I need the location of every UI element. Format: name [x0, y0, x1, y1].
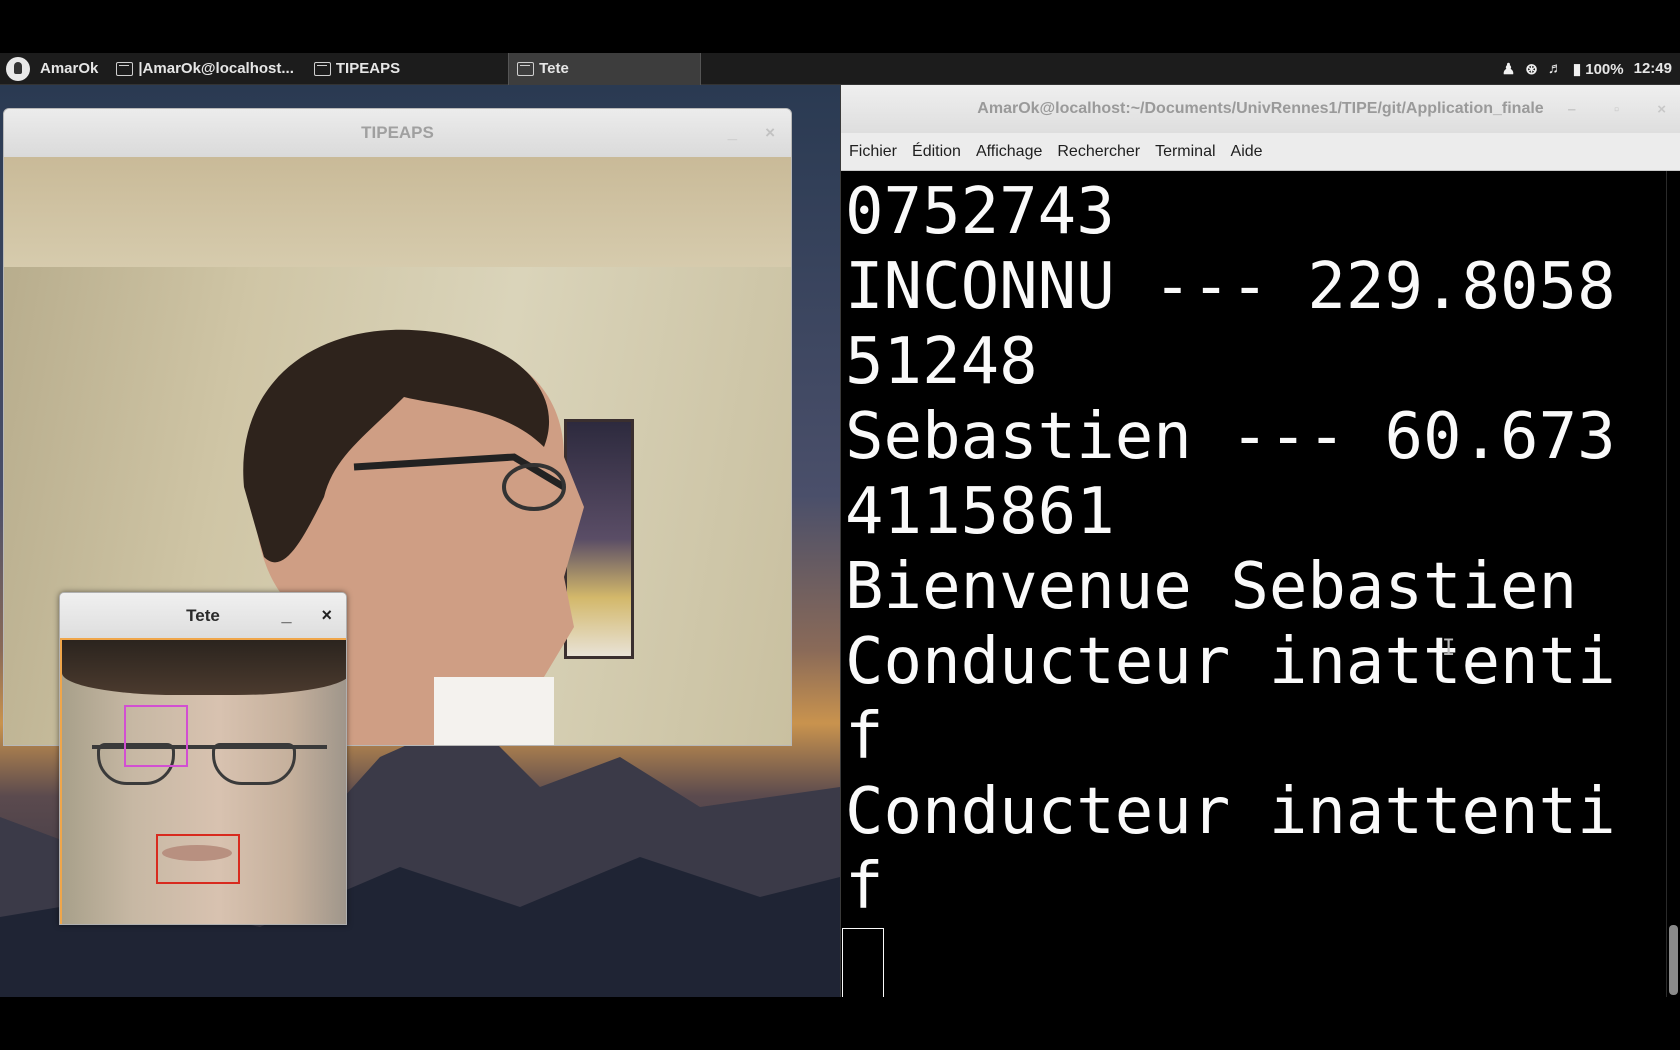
window-title: TIPEAPS	[361, 123, 434, 142]
window-titlebar[interactable]: AmarOk@localhost:~/Documents/UnivRennes1…	[841, 85, 1680, 133]
terminal-line: Conducteur inattenti	[845, 775, 1616, 849]
taskbar-item-terminal[interactable]: |AmarOk@localhost...	[108, 53, 302, 85]
maximize-button[interactable]: ▫	[1614, 101, 1619, 118]
window-controls: _ ×	[281, 593, 332, 638]
window-icon	[313, 61, 331, 76]
menu-fichier[interactable]: Fichier	[849, 143, 897, 161]
terminal-window: AmarOk@localhost:~/Documents/UnivRennes1…	[840, 85, 1680, 1005]
menu-affichage[interactable]: Affichage	[976, 143, 1042, 161]
letterbox-bottom	[0, 997, 1680, 1050]
terminal-line: Conducteur inattenti	[845, 625, 1616, 699]
face-feed	[60, 640, 346, 924]
menu-rechercher[interactable]: Rechercher	[1057, 143, 1140, 161]
user-icon[interactable]: ♟	[1502, 60, 1515, 78]
terminal-line: f	[845, 700, 884, 774]
glasses-lens-right	[212, 743, 296, 785]
terminal-line: 51248	[845, 325, 1038, 399]
battery-percent: 100%	[1585, 60, 1624, 78]
close-button[interactable]: ×	[321, 605, 332, 626]
app-menu-label: AmarOk	[40, 60, 99, 77]
battery-icon: ▮	[1572, 60, 1582, 78]
top-panel: AmarOk |AmarOk@localhost... TIPEAPS Tete…	[0, 52, 1680, 85]
hair	[62, 640, 346, 695]
shirt-collar	[434, 677, 554, 745]
window-icon	[517, 61, 535, 76]
close-button[interactable]: ×	[765, 123, 775, 143]
terminal-line: Bienvenue Sebastien	[845, 550, 1578, 624]
terminal-line: 0752743	[845, 175, 1115, 249]
terminal-line: Sebastien --- 60.673	[845, 400, 1616, 474]
clock[interactable]: 12:49	[1634, 60, 1672, 77]
system-tray: ♟ ⊛ ♬ ▮ 100% 12:49	[1502, 60, 1680, 78]
window-title: AmarOk@localhost:~/Documents/UnivRennes1…	[977, 100, 1544, 117]
minimize-button[interactable]: _	[728, 123, 737, 143]
taskbar-item-label: |AmarOk@localhost...	[138, 60, 294, 77]
letterbox-top	[0, 0, 1680, 53]
window-titlebar[interactable]: Tete _ ×	[60, 593, 346, 640]
taskbar-item-label: Tete	[539, 60, 569, 77]
minimize-button[interactable]: –	[1568, 101, 1576, 118]
window-title: Tete	[186, 605, 220, 625]
terminal-line: f	[845, 850, 884, 924]
app-menu-icon	[6, 56, 30, 81]
menu-terminal[interactable]: Terminal	[1155, 143, 1215, 161]
window-controls: _ ×	[728, 109, 775, 157]
eye-detection-box	[124, 705, 188, 767]
terminal-line: 4115861	[845, 475, 1115, 549]
battery-status[interactable]: ▮ 100%	[1573, 60, 1624, 78]
close-button[interactable]: ×	[1657, 101, 1666, 118]
mouth-detection-box	[156, 834, 240, 884]
taskbar-item-tete[interactable]: Tete	[508, 52, 702, 85]
terminal-cursor	[842, 928, 884, 1005]
taskbar-item-tipeaps[interactable]: TIPEAPS	[306, 53, 408, 85]
taskbar-item-label: TIPEAPS	[335, 60, 401, 77]
terminal-line: INCONNU --- 229.8058	[845, 250, 1616, 324]
scrollbar-thumb[interactable]	[1669, 925, 1678, 995]
app-menu-button[interactable]: AmarOk	[0, 53, 108, 85]
terminal-scrollbar[interactable]	[1666, 171, 1680, 997]
terminal-icon	[116, 61, 134, 76]
minimize-button[interactable]: _	[281, 605, 291, 626]
volume-icon[interactable]: ♬	[1548, 60, 1563, 77]
menu-aide[interactable]: Aide	[1231, 143, 1263, 161]
menu-edition[interactable]: Édition	[912, 143, 961, 161]
window-controls: – ▫ ×	[1568, 85, 1666, 133]
terminal-menubar: Fichier Édition Affichage Rechercher Ter…	[841, 133, 1680, 171]
terminal-output[interactable]: 0752743 INCONNU --- 229.8058 51248 Sebas…	[841, 171, 1680, 1005]
window-titlebar[interactable]: TIPEAPS _ ×	[4, 109, 791, 157]
tete-window: Tete _ ×	[59, 592, 347, 925]
mouse-ibeam-icon: I	[1442, 636, 1456, 661]
wifi-icon[interactable]: ⊛	[1525, 60, 1538, 78]
